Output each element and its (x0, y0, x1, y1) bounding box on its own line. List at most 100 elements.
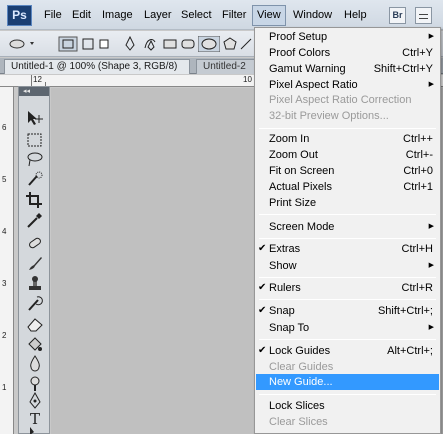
clone-stamp-tool-icon[interactable] (25, 274, 45, 292)
menu-item-screen-mode[interactable]: Screen Mode ▶ (256, 219, 439, 235)
menu-item-fit-on-screen[interactable]: Fit on Screen Ctrl+0 (256, 163, 439, 179)
dodge-tool-icon[interactable] (25, 374, 45, 392)
ruler-label: 10 (243, 75, 252, 84)
menu-item-label: Lock Slices (269, 400, 325, 412)
lasso-tool-icon[interactable] (25, 150, 45, 168)
menu-file[interactable]: File (40, 5, 66, 26)
shape-layers-icon[interactable] (58, 36, 78, 52)
line-shape-icon[interactable] (240, 36, 252, 52)
menu-separator (259, 214, 436, 215)
checkmark-icon: ✔ (258, 345, 267, 356)
menu-item-actual-pixels[interactable]: Actual Pixels Ctrl+1 (256, 179, 439, 195)
menu-item-label: Clear Guides (269, 361, 334, 373)
menu-item-extras[interactable]: ✔ Extras Ctrl+H (256, 241, 439, 257)
ruler-label: 2 (2, 331, 7, 340)
menu-item-label: Print Size (269, 197, 317, 209)
menu-view[interactable]: View (252, 5, 286, 26)
ellipse-shape-icon[interactable] (197, 35, 221, 53)
polygon-shape-icon[interactable] (222, 36, 238, 52)
menu-bar: Ps File Edit Image Layer Select Filter V… (0, 0, 443, 30)
menu-image[interactable]: Image (98, 5, 137, 26)
menu-separator (259, 299, 436, 300)
menu-item-label: Snap (269, 305, 295, 317)
menu-help[interactable]: Help (340, 5, 371, 26)
menu-item-label: Snap To (269, 322, 310, 334)
menu-item-label: Fit on Screen (269, 165, 335, 177)
crop-tool-icon[interactable] (25, 191, 45, 209)
menu-item-proof-setup[interactable]: Proof Setup ▶ (256, 29, 439, 45)
pen-tool-icon[interactable] (122, 35, 138, 52)
menu-window[interactable]: Window (289, 5, 336, 26)
eraser-tool-icon[interactable] (25, 315, 45, 333)
tool-preset-picker[interactable] (8, 36, 38, 52)
type-tool-icon[interactable]: T (25, 409, 45, 428)
menu-item-snap-to[interactable]: Snap To ▶ (256, 320, 439, 336)
menu-item-zoom-out[interactable]: Zoom Out Ctrl+- (256, 147, 439, 163)
path-selection-tool-icon[interactable] (25, 427, 45, 434)
menu-item-label: Zoom In (269, 133, 310, 145)
submenu-arrow-icon: ▶ (428, 324, 434, 331)
quick-selection-tool-icon[interactable] (25, 170, 45, 188)
menu-item-shortcut: Ctrl+Y (402, 47, 433, 59)
blur-tool-icon[interactable] (25, 354, 45, 372)
menu-item-gamut-warning[interactable]: Gamut Warning Shift+Ctrl+Y (256, 61, 439, 77)
fill-pixels-icon[interactable] (96, 36, 112, 52)
pen-tool-icon[interactable] (25, 391, 45, 410)
paths-icon[interactable] (80, 36, 96, 52)
checkmark-icon: ✔ (258, 282, 267, 293)
menu-item-shortcut: Shift+Ctrl+; (377, 305, 433, 317)
gradient-tool-icon[interactable] (25, 335, 45, 353)
menu-item-new-guide[interactable]: New Guide... (256, 374, 439, 390)
menu-item-label: Show (269, 260, 297, 272)
menu-item-lock-guides[interactable]: ✔ Lock Guides Alt+Ctrl+; (256, 343, 439, 359)
menu-item-pixel-aspect-ratio[interactable]: Pixel Aspect Ratio ▶ (256, 77, 439, 93)
menu-item-snap[interactable]: ✔ Snap Shift+Ctrl+; (256, 303, 439, 319)
bridge-button[interactable]: Br (389, 7, 406, 24)
checkmark-icon: ✔ (258, 305, 267, 316)
minibridge-button[interactable] (415, 7, 432, 24)
menu-item-pixel-aspect-ratio-correction: Pixel Aspect Ratio Correction (256, 92, 439, 108)
menu-item-proof-colors[interactable]: Proof Colors Ctrl+Y (256, 45, 439, 61)
document-tab-untitled-2[interactable]: Untitled-2 @ (196, 59, 256, 86)
menu-item-label: Proof Setup (269, 31, 328, 43)
menu-item-label: Pixel Aspect Ratio (269, 79, 358, 91)
document-tab-untitled-1[interactable]: Untitled-1 @ 100% (Shape 3, RGB/8) * (4, 59, 190, 86)
menu-item-print-size[interactable]: Print Size (256, 195, 439, 211)
menu-item-32-bit-preview-options: 32-bit Preview Options... (256, 108, 439, 124)
brush-tool-icon[interactable] (25, 254, 45, 272)
menu-separator (259, 277, 436, 278)
menu-item-shortcut: Ctrl+H (401, 243, 433, 255)
ruler-label: 6 (2, 123, 7, 132)
ruler-label: 4 (2, 227, 7, 236)
history-brush-tool-icon[interactable] (25, 294, 45, 312)
menu-edit[interactable]: Edit (68, 5, 95, 26)
rounded-rectangle-icon[interactable] (180, 36, 196, 52)
ruler-label: 12 (33, 75, 42, 84)
menu-item-shortcut: Shift+Ctrl+Y (373, 63, 433, 75)
menu-item-shortcut: Alt+Ctrl+; (387, 345, 433, 357)
freeform-pen-icon[interactable] (142, 36, 158, 52)
eyedropper-tool-icon[interactable] (25, 211, 45, 229)
move-tool-icon[interactable] (25, 109, 45, 127)
healing-brush-tool-icon[interactable] (25, 234, 45, 252)
tools-panel-header[interactable]: ◂◂ (19, 87, 49, 96)
menu-item-label: 32-bit Preview Options... (269, 110, 389, 122)
submenu-arrow-icon: ▶ (428, 81, 434, 88)
menu-item-label: Lock Guides (269, 345, 331, 357)
menu-item-rulers[interactable]: ✔ Rulers Ctrl+R (256, 280, 439, 296)
menu-item-show[interactable]: Show ▶ (256, 258, 439, 274)
marquee-tool-icon[interactable] (25, 131, 45, 149)
menu-filter[interactable]: Filter (218, 5, 250, 26)
menu-item-shortcut: Ctrl+R (401, 282, 433, 294)
menu-item-lock-slices[interactable]: Lock Slices (256, 398, 439, 414)
menu-item-label: New Guide... (269, 376, 333, 388)
menu-layer[interactable]: Layer (140, 5, 176, 26)
menu-item-label: Gamut Warning (269, 63, 346, 75)
rectangle-shape-icon[interactable] (162, 36, 178, 52)
menu-item-label: Zoom Out (269, 149, 318, 161)
menu-item-clear-slices: Clear Slices (256, 414, 439, 430)
menu-item-zoom-in[interactable]: Zoom In Ctrl++ (256, 131, 439, 147)
photoshop-logo: Ps (7, 5, 32, 26)
vertical-ruler[interactable]: 6 5 4 3 2 1 (0, 87, 14, 434)
menu-select[interactable]: Select (177, 5, 216, 26)
